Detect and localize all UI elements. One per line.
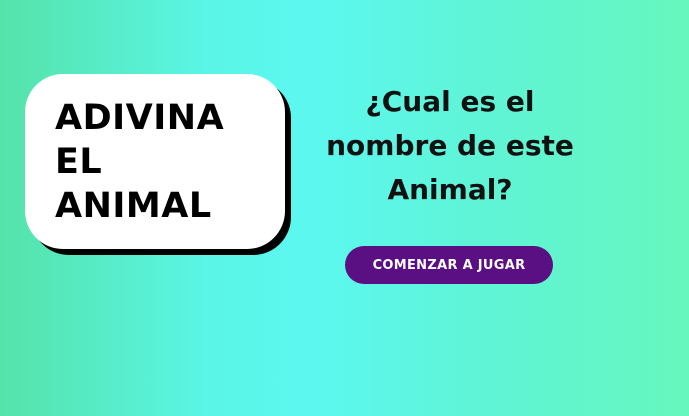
start-game-button[interactable]: COMENZAR A JUGAR <box>345 246 553 284</box>
question-line-2: nombre de este <box>326 129 574 162</box>
question-text: ¿Cual es el nombre de este Animal? <box>300 80 600 212</box>
title-line-1: ADIVINA <box>55 98 225 138</box>
title-line-3: ANIMAL <box>55 186 212 226</box>
game-title-card: ADIVINA EL ANIMAL <box>25 74 285 249</box>
question-line-1: ¿Cual es el <box>365 85 535 118</box>
title-line-2: EL <box>55 142 103 182</box>
question-line-3: Animal? <box>387 173 513 206</box>
